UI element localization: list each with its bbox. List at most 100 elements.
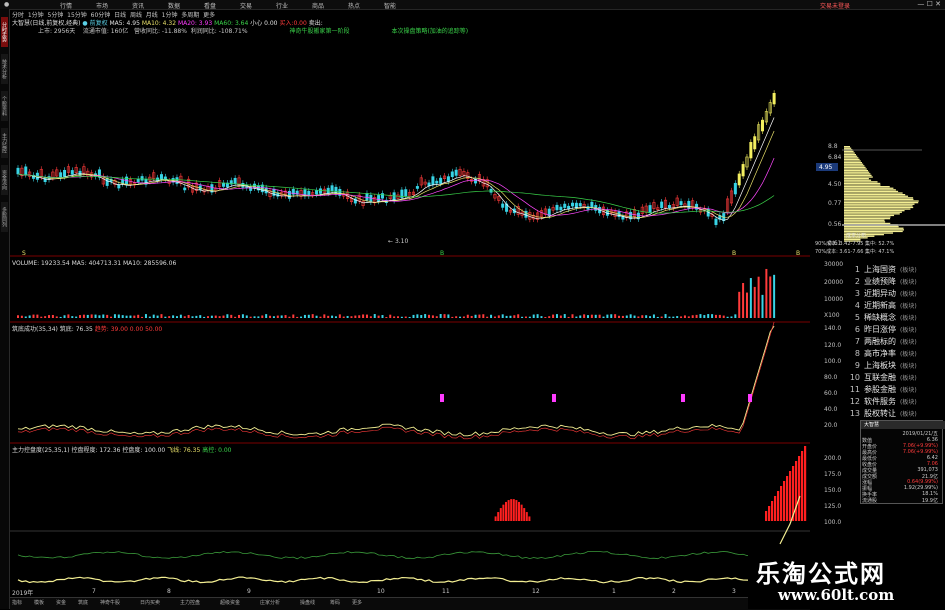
volume-bar	[505, 315, 508, 318]
menu-item-watch[interactable]: 看盘	[204, 1, 216, 10]
marker-b3: B	[796, 250, 800, 257]
side-tab-mainforce[interactable]: 主力监控	[1, 128, 8, 158]
candle-body	[714, 218, 718, 225]
volume-bar	[280, 315, 283, 318]
volume-bar	[606, 314, 609, 318]
chip-bar	[844, 150, 854, 153]
volume-bar	[377, 315, 380, 318]
menu-item-quotes[interactable]: 行情	[60, 1, 72, 10]
volume-bar	[567, 316, 570, 318]
hot-sector-item[interactable]: 12 软件服务 (板块)	[846, 396, 917, 407]
mainforce-bar	[518, 501, 520, 521]
volume-bar	[745, 292, 748, 318]
menu-item-news[interactable]: 资讯	[132, 1, 144, 10]
indicator-tab[interactable]: 模板	[34, 599, 44, 606]
menu-item-smart[interactable]: 智能	[384, 1, 396, 10]
hot-sector-item[interactable]: 5 稀缺概念 (板块)	[846, 312, 917, 323]
chip-bar	[844, 166, 866, 169]
chip-bar	[844, 189, 896, 191]
volume-bar	[637, 316, 640, 318]
indicator-tab[interactable]: 主力控盘	[180, 599, 200, 606]
hot-sector-item[interactable]: 1 上海国资 (板块)	[846, 264, 917, 275]
menu-item-commodity[interactable]: 商品	[312, 1, 324, 10]
menu-item-hot[interactable]: 热点	[348, 1, 360, 10]
menu-item-industry[interactable]: 行业	[276, 1, 288, 10]
chip-axis-5: 0.56	[828, 221, 842, 228]
hot-sector-item[interactable]: 3 近期异动 (板块)	[846, 288, 917, 299]
hot-sector-item[interactable]: 2 业绩预降 (板块)	[846, 276, 917, 287]
volume-bar	[656, 316, 659, 318]
volume-bar	[552, 314, 555, 318]
chip-bar	[844, 198, 914, 201]
volume-bar	[75, 316, 78, 318]
volume-bar	[245, 315, 248, 318]
chart-canvas[interactable]: ← 3.10 S B B B VOLUME: 19233.54 MA5: 404…	[10, 34, 810, 597]
indicator-tab[interactable]: 更多	[352, 599, 362, 606]
candle-body	[439, 177, 443, 184]
menu-item-data[interactable]: 数据	[168, 1, 180, 10]
candle-body	[446, 176, 450, 182]
menu-item-trade[interactable]: 交易	[240, 1, 252, 10]
volume-bar	[342, 316, 345, 318]
indicator-tab[interactable]: 神奇牛股	[100, 599, 120, 606]
volume-bar	[179, 314, 182, 318]
indicator-tab[interactable]: 超级资金	[220, 599, 240, 606]
hot-sector-item[interactable]: 7 两融标的 (板块)	[846, 336, 917, 347]
volume-bar	[412, 314, 415, 318]
side-tab-tech[interactable]: 技术分析	[1, 54, 8, 84]
menu-item-market[interactable]: 市场	[96, 1, 108, 10]
osc-axis-5: 60.0	[824, 390, 838, 397]
candle-body	[16, 167, 20, 175]
signal-marker	[748, 394, 752, 402]
trade-login-status[interactable]: 交易未登录	[820, 1, 850, 10]
side-tab-multi[interactable]: 多股同列	[1, 202, 8, 232]
side-tab-profile[interactable]: 个股资料	[1, 91, 8, 121]
volume-bar	[191, 316, 194, 318]
chip-stat-70: 70%成本: 3.61-7.66 集中: 47.1%	[815, 249, 895, 255]
watermark-url: www.60lt.com	[778, 586, 895, 604]
indicator-tab-bar: 指标 模板 资金 筑底 神奇牛股 日内买卖 主力控盘 超级资金 庄家分析 操盘线…	[10, 597, 810, 610]
osc-line-main	[17, 325, 775, 437]
volume-bar	[397, 316, 399, 318]
mf-axis-5: 100.0	[824, 519, 842, 526]
hot-sector-item[interactable]: 10 互联金融 (板块)	[846, 372, 917, 383]
volume-bar	[164, 316, 167, 318]
chip-bar	[844, 213, 900, 215]
chip-bar	[844, 226, 899, 228]
chip-bar	[844, 206, 914, 209]
window-controls[interactable]: — ☐ ✕	[917, 0, 941, 8]
volume-bar	[156, 315, 159, 318]
date-label: 8	[167, 588, 171, 595]
side-tab-minute[interactable]: 分时走势	[1, 17, 8, 47]
hot-sector-item[interactable]: 9 上海板块 (板块)	[846, 360, 917, 371]
osc-axis-7: 20.0	[824, 422, 838, 429]
volume-bar	[241, 314, 244, 318]
app-logo[interactable]: ●	[4, 1, 9, 8]
candle-body	[183, 187, 187, 191]
chip-bar	[844, 222, 891, 225]
volume-bar	[82, 314, 85, 318]
indicator-tab[interactable]: 指标	[12, 599, 22, 606]
hot-sector-item[interactable]: 4 近期新高 (板块)	[846, 300, 917, 311]
volume-bar	[253, 316, 256, 318]
candlestick-series	[16, 90, 776, 228]
hot-sector-item[interactable]: 11 参股金融 (板块)	[846, 384, 917, 395]
candle-body	[772, 93, 776, 105]
side-tab-fundflow[interactable]: 资金流向	[1, 165, 8, 195]
indicator-tab[interactable]: 操盘线	[300, 599, 315, 606]
indicator-tab[interactable]: 筹码	[330, 599, 340, 606]
hot-sector-item[interactable]: 6 昨日涨停 (板块)	[846, 324, 917, 335]
chip-bar	[844, 174, 872, 177]
volume-bar	[40, 316, 43, 318]
hot-sector-item[interactable]: 13 股权转让 (板块)	[846, 408, 917, 419]
volume-bar	[137, 314, 140, 318]
volume-bar	[493, 316, 496, 318]
chip-bar	[844, 219, 885, 221]
volume-bar	[373, 314, 376, 318]
volume-bar	[482, 314, 485, 318]
indicator-tab[interactable]: 资金	[56, 599, 66, 606]
indicator-tab[interactable]: 筑底	[78, 599, 88, 606]
hot-sector-item[interactable]: 8 高市净率 (板块)	[846, 348, 917, 359]
indicator-tab[interactable]: 庄家分析	[260, 599, 280, 606]
indicator-tab[interactable]: 日内买卖	[140, 599, 160, 606]
